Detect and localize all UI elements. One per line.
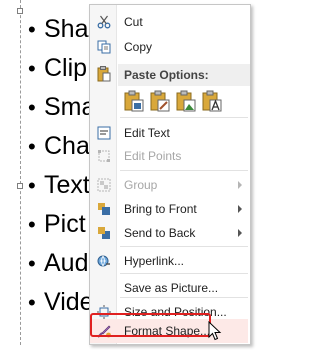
resize-handle-top[interactable] <box>17 8 23 14</box>
menu-label-bring-to-front: Bring to Front <box>124 202 197 216</box>
resize-handle-middle[interactable] <box>17 183 23 189</box>
menu-label-cut: Cut <box>124 15 143 29</box>
menu-label-save-as-picture: Save as Picture... <box>124 281 219 295</box>
menu-item-edit-points: Edit Points <box>90 144 250 168</box>
menu-label-hyperlink: Hyperlink... <box>124 254 185 268</box>
menu-item-hyperlink[interactable]: Hyperlink... <box>90 249 250 273</box>
copy-icon <box>96 39 112 55</box>
paste-use-destination-theme-icon <box>123 90 145 116</box>
context-menu: Cut Copy Paste Options: Edit Text Edit P… <box>89 4 251 345</box>
menu-label-group: Group <box>124 178 158 192</box>
menu-separator <box>120 273 248 274</box>
chevron-right-icon <box>238 181 242 189</box>
menu-item-send-to-back[interactable]: Send to Back <box>90 221 250 245</box>
mouse-cursor-icon <box>208 320 222 346</box>
paste-keep-text-only-icon <box>201 90 223 116</box>
bullet-item: • Vide <box>28 288 94 316</box>
menu-label-edit-text: Edit Text <box>124 126 170 140</box>
paste-options-header: Paste Options: <box>118 64 250 86</box>
bullet-item: • Cha <box>28 132 90 160</box>
paste-keep-source-formatting-icon <box>149 90 171 116</box>
hyperlink-icon <box>96 253 112 269</box>
bullet-item: • Clip <box>28 54 88 82</box>
bring-to-front-icon <box>96 201 112 217</box>
bullet-item: • Text <box>28 171 90 199</box>
menu-label-copy: Copy <box>124 40 153 54</box>
bullet-item: • Sha <box>28 15 89 43</box>
paste-keep-source-formatting-button[interactable] <box>149 89 171 113</box>
paste-picture-icon <box>175 90 197 116</box>
menu-item-cut[interactable]: Cut <box>90 10 250 34</box>
menu-label-edit-points: Edit Points <box>124 149 182 163</box>
bullet-item: • Aud <box>28 249 89 277</box>
paste-keep-text-only-button[interactable] <box>201 89 223 113</box>
highlight-annotation-box <box>90 313 211 337</box>
bullet-item: • Pict <box>28 210 86 238</box>
menu-separator <box>120 170 248 171</box>
group-icon <box>96 177 112 193</box>
menu-item-group: Group <box>90 173 250 197</box>
edit-text-icon <box>96 125 112 141</box>
menu-separator <box>120 117 248 118</box>
edit-points-icon <box>96 148 112 164</box>
send-to-back-icon <box>96 225 112 241</box>
scissors-icon <box>96 14 112 30</box>
menu-item-copy[interactable]: Copy <box>90 35 250 59</box>
menu-separator <box>120 297 248 298</box>
paste-options-label: Paste Options: <box>124 68 209 82</box>
chevron-right-icon[interactable] <box>238 205 242 213</box>
menu-item-edit-text[interactable]: Edit Text <box>90 121 250 145</box>
menu-label-send-to-back: Send to Back <box>124 226 196 240</box>
paste-picture-button[interactable] <box>175 89 197 113</box>
paste-use-destination-theme-button[interactable] <box>123 89 145 113</box>
menu-item-bring-to-front[interactable]: Bring to Front <box>90 197 250 221</box>
chevron-right-icon[interactable] <box>238 229 242 237</box>
bullet-item: • Sma <box>28 93 96 121</box>
menu-separator <box>120 246 248 247</box>
clipboard-icon <box>96 66 112 82</box>
textbox-border <box>20 0 21 345</box>
